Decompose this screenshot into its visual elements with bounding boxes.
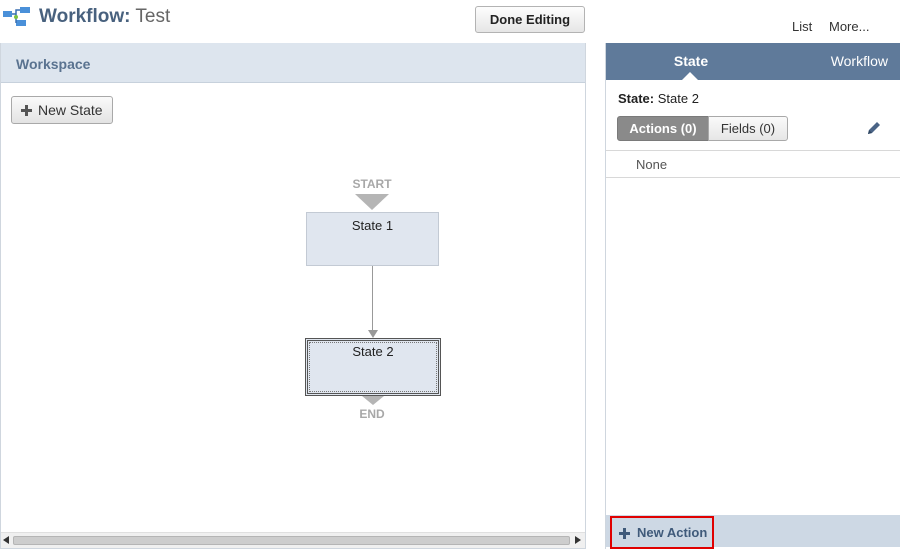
state-field-label: State: (618, 91, 655, 106)
more-link[interactable]: More... (829, 19, 869, 34)
properties-panel: State Workflow State: State 2 Actions (0… (605, 43, 900, 549)
new-state-label: New State (38, 102, 103, 118)
scrollbar-thumb[interactable] (13, 536, 570, 545)
scroll-right-icon[interactable] (575, 536, 581, 544)
workflow-app-icon (3, 7, 30, 26)
active-tab-caret-icon (682, 72, 698, 80)
panel-tab-bar: State Workflow (606, 43, 900, 80)
workflow-name: Test (135, 6, 171, 27)
new-state-button[interactable]: New State (11, 96, 113, 124)
start-label: START (352, 177, 392, 191)
panel-footer: New Action (606, 515, 900, 549)
start-arrow-icon (355, 194, 389, 210)
horizontal-scrollbar[interactable] (1, 532, 585, 548)
actions-toggle[interactable]: Actions (0) (617, 116, 709, 141)
selected-state-name: State 2 (657, 91, 699, 106)
state-node-1[interactable]: State 1 (306, 212, 439, 266)
done-editing-button[interactable]: Done Editing (475, 6, 585, 33)
page-title: Workflow: Test (39, 6, 170, 28)
transition-arrow-icon (368, 330, 378, 338)
transition-line[interactable] (372, 266, 373, 332)
divider (606, 150, 900, 151)
workspace-title: Workspace (1, 43, 585, 83)
empty-actions-text: None (636, 157, 668, 172)
selected-state-line: State: State 2 (618, 91, 699, 106)
state-node-2[interactable]: State 2 (305, 338, 441, 396)
scroll-left-icon[interactable] (3, 536, 9, 544)
tab-workflow[interactable]: Workflow (831, 43, 888, 80)
pencil-icon[interactable] (865, 119, 883, 137)
page-title-label: Workflow: (39, 6, 131, 27)
divider (606, 177, 900, 178)
plus-icon (21, 105, 32, 116)
list-link[interactable]: List (792, 19, 812, 34)
fields-toggle[interactable]: Fields (0) (708, 116, 788, 141)
end-label: END (359, 407, 385, 421)
plus-icon (619, 528, 630, 539)
end-arrow-icon (362, 396, 384, 405)
new-action-button[interactable]: New Action (610, 516, 714, 549)
workspace-panel: Workspace New State START State 1 State … (0, 43, 586, 549)
new-action-label: New Action (637, 525, 708, 540)
